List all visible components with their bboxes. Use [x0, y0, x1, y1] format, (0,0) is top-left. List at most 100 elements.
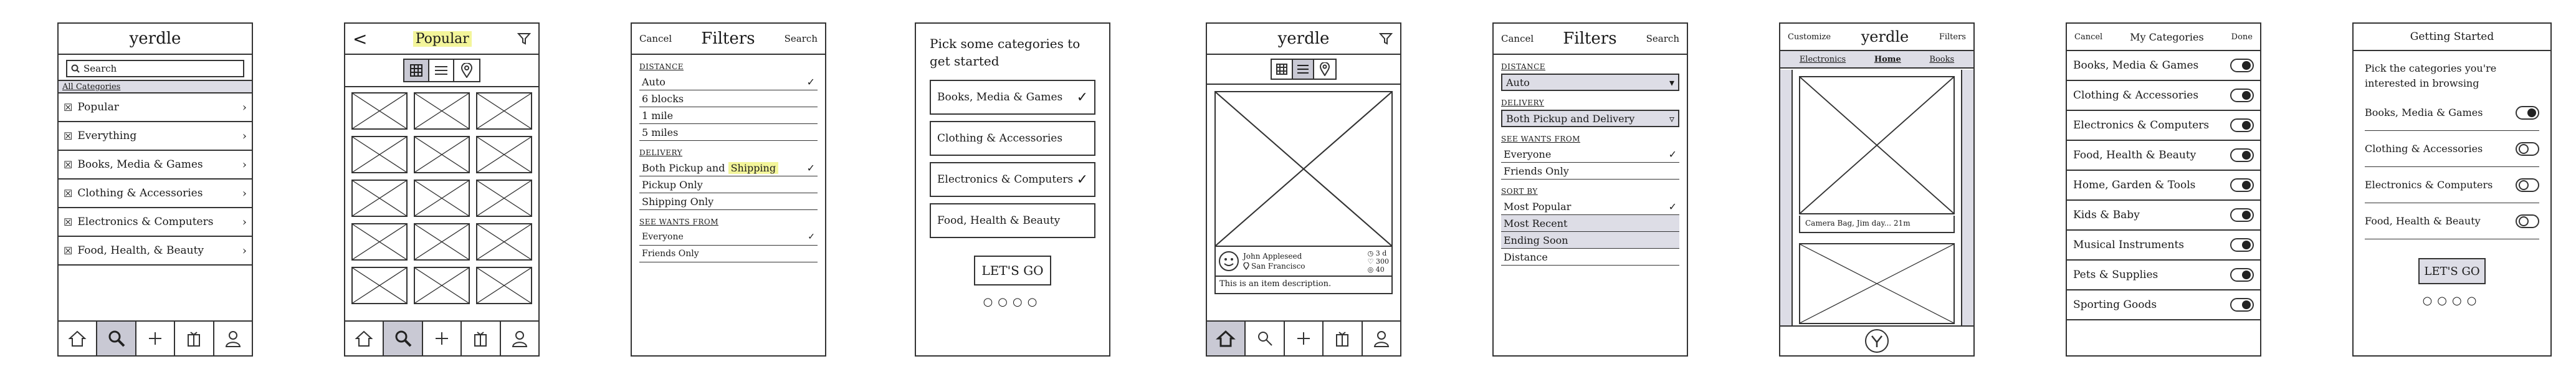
toggle-switch[interactable] — [2230, 89, 2254, 102]
map-view-button[interactable] — [1314, 60, 1335, 79]
sort-option[interactable]: Most Recent — [1501, 215, 1679, 232]
item-tile[interactable] — [414, 223, 470, 261]
tab-search[interactable] — [384, 322, 423, 355]
filter-icon[interactable] — [1379, 32, 1393, 46]
item-tile[interactable] — [351, 180, 408, 217]
item-tile[interactable] — [476, 267, 532, 304]
lets-go-button[interactable]: LET'S GO — [974, 256, 1051, 285]
category-row[interactable]: ☒ Books, Media & Games › — [59, 151, 252, 180]
delivery-option-both[interactable]: Both Pickup and Shipping ✓ — [639, 160, 818, 176]
toggle-switch[interactable] — [2230, 178, 2254, 192]
distance-option[interactable]: 1 mile — [639, 107, 818, 124]
toggle-switch[interactable] — [2230, 148, 2254, 162]
delivery-option[interactable]: Shipping Only — [639, 193, 818, 210]
category-row[interactable]: ☒ Clothing & Accessories › — [59, 180, 252, 208]
cancel-button[interactable]: Cancel — [2074, 32, 2102, 42]
tab-home[interactable] — [59, 322, 98, 355]
yerdle-logo-icon[interactable] — [1864, 328, 1889, 353]
item-tile[interactable] — [414, 180, 470, 217]
tab-books[interactable]: Books — [1929, 55, 1954, 64]
tab-home[interactable]: Home — [1874, 55, 1901, 64]
category-row[interactable]: ☒ Popular › — [59, 94, 252, 122]
tab-search[interactable] — [1246, 322, 1285, 355]
item-photo[interactable] — [1214, 91, 1393, 247]
filters-button[interactable]: Filters — [1939, 32, 1966, 42]
done-button[interactable]: Done — [2231, 32, 2253, 42]
customize-button[interactable]: Customize — [1788, 32, 1831, 42]
item-tile[interactable] — [476, 136, 532, 173]
toggle-switch[interactable] — [2230, 268, 2254, 282]
toggle-switch[interactable] — [2230, 118, 2254, 132]
search-button[interactable]: Search — [785, 33, 818, 44]
tab-electronics[interactable]: Electronics — [1800, 55, 1846, 64]
item-tile[interactable] — [351, 136, 408, 173]
grid-view-button[interactable] — [1272, 60, 1293, 79]
list-view-button[interactable] — [1293, 60, 1314, 79]
item-photo-next[interactable] — [1799, 243, 1955, 324]
toggle-switch[interactable] — [2516, 214, 2539, 228]
tab-gifts[interactable] — [462, 322, 501, 355]
sort-option[interactable]: Distance — [1501, 249, 1679, 266]
wants-option[interactable]: Friends Only — [639, 246, 818, 262]
item-tile[interactable] — [414, 136, 470, 173]
tab-home[interactable] — [1207, 322, 1246, 355]
item-tile[interactable] — [414, 267, 470, 304]
tab-gifts[interactable] — [175, 322, 214, 355]
wants-option[interactable]: Everyone ✓ — [1501, 146, 1679, 163]
item-tile[interactable] — [351, 267, 408, 304]
item-tile[interactable] — [414, 92, 470, 130]
sort-option[interactable]: Ending Soon — [1501, 232, 1679, 249]
toggle-switch[interactable] — [2230, 59, 2254, 72]
wants-option[interactable]: Friends Only — [1501, 163, 1679, 180]
distance-option[interactable]: Auto ✓ — [639, 74, 818, 90]
sort-option[interactable]: Most Popular ✓ — [1501, 198, 1679, 215]
toggle-switch[interactable] — [2230, 238, 2254, 252]
wants-option[interactable]: Everyone ✓ — [639, 229, 818, 246]
tab-add[interactable] — [136, 322, 176, 355]
tab-profile[interactable] — [501, 322, 538, 355]
item-tile[interactable] — [476, 180, 532, 217]
category-row[interactable]: ☒ Everything › — [59, 122, 252, 151]
search-button[interactable]: Search — [1646, 33, 1679, 44]
toggle-switch[interactable] — [2230, 298, 2254, 312]
toggle-switch[interactable] — [2230, 208, 2254, 222]
distance-option[interactable]: 5 miles — [639, 124, 818, 141]
toggle-switch[interactable] — [2516, 178, 2539, 192]
category-card[interactable]: Electronics & Computers ✓ — [930, 162, 1095, 197]
toggle-switch[interactable] — [2516, 141, 2539, 156]
item-tile[interactable] — [351, 223, 408, 261]
distance-option[interactable]: 6 blocks — [639, 90, 818, 107]
tab-add[interactable] — [423, 322, 462, 355]
toggle-switch[interactable] — [2516, 105, 2539, 120]
category-card[interactable]: Books, Media & Games ✓ — [930, 80, 1095, 115]
cancel-button[interactable]: Cancel — [1501, 33, 1534, 44]
cancel-button[interactable]: Cancel — [639, 33, 672, 44]
tab-search[interactable] — [97, 322, 136, 355]
category-row[interactable]: ☒ Electronics & Computers › — [59, 208, 252, 237]
lets-go-button[interactable]: LET'S GO — [2418, 258, 2486, 284]
avatar[interactable] — [1218, 251, 1239, 272]
stat-views-value: 40 — [1375, 265, 1385, 274]
delivery-select[interactable]: Both Pickup and Delivery ▿ — [1501, 110, 1679, 127]
item-tile[interactable] — [476, 92, 532, 130]
item-tile[interactable] — [351, 92, 408, 130]
category-card[interactable]: Clothing & Accessories — [930, 121, 1095, 156]
grid-view-button[interactable] — [404, 60, 429, 81]
category-toggle-row: Food, Health & Beauty — [2067, 141, 2260, 171]
tab-profile[interactable] — [214, 322, 252, 355]
back-button[interactable]: < — [353, 29, 367, 49]
delivery-option[interactable]: Pickup Only — [639, 176, 818, 193]
tab-add[interactable] — [1285, 322, 1324, 355]
filter-icon[interactable] — [517, 32, 531, 46]
item-tile[interactable] — [476, 223, 532, 261]
tab-gifts[interactable] — [1324, 322, 1363, 355]
search-input[interactable]: Search — [66, 60, 244, 77]
category-card[interactable]: Food, Health & Beauty — [930, 203, 1095, 238]
tab-profile[interactable] — [1363, 322, 1400, 355]
list-view-button[interactable] — [429, 60, 454, 81]
item-photo[interactable] — [1799, 76, 1955, 214]
distance-select[interactable]: Auto ▾ — [1501, 74, 1679, 91]
tab-home[interactable] — [345, 322, 384, 355]
category-row[interactable]: ☒ Food, Health, & Beauty › — [59, 237, 252, 266]
map-view-button[interactable] — [454, 60, 479, 81]
